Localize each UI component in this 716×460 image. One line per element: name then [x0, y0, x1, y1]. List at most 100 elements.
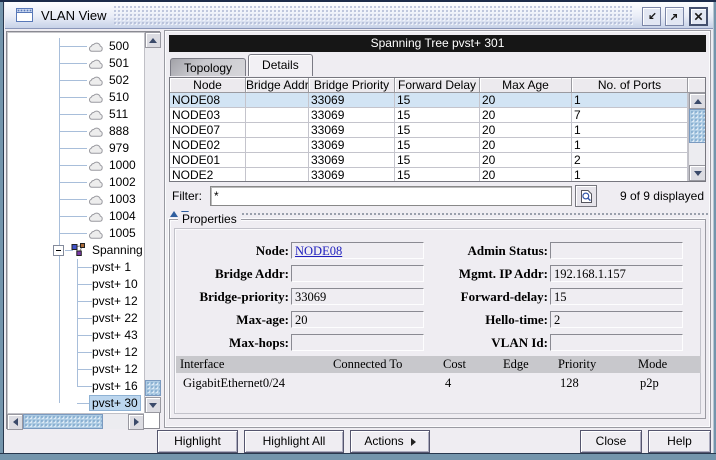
help-button[interactable]: Help: [648, 430, 711, 453]
scroll-right-icon[interactable]: [128, 414, 144, 430]
tree-item[interactable]: Spanning: [8, 242, 144, 259]
property-value: NODE08: [295, 244, 342, 258]
maximize-icon[interactable]: [665, 7, 684, 26]
property-value-box: 192.168.1.157: [550, 265, 683, 282]
cell-bridge-priority: 33069: [309, 123, 395, 138]
properties-right-column: Admin Status: Mgmt. IP Addr: 192.168.1.1…: [428, 242, 684, 357]
table-vertical-scrollbar[interactable]: [688, 93, 705, 181]
interface-column-header: Interface: [176, 357, 331, 372]
filter-input[interactable]: [210, 186, 572, 206]
tree-item[interactable]: 501: [8, 55, 144, 72]
tree-item[interactable]: 502: [8, 72, 144, 89]
table-vertical-scrollbar-thumb[interactable]: [689, 109, 706, 143]
close-icon[interactable]: [689, 7, 708, 26]
column-header[interactable]: No. of Ports: [572, 78, 688, 93]
filter-label: Filter:: [172, 189, 202, 203]
tree-item[interactable]: 510: [8, 89, 144, 106]
tree-item[interactable]: 1005: [8, 225, 144, 242]
tree-item[interactable]: 1003: [8, 191, 144, 208]
tree-item[interactable]: pvst+ 12: [8, 293, 144, 310]
tab[interactable]: Details: [248, 54, 313, 76]
scroll-up-icon[interactable]: [689, 93, 706, 109]
property-label: Max-age:: [172, 312, 291, 328]
tree-horizontal-scrollbar-thumb[interactable]: [23, 414, 103, 429]
tab[interactable]: Topology: [170, 58, 246, 76]
vlan-cloud-icon: [87, 211, 104, 226]
search-document-icon[interactable]: [575, 185, 597, 207]
spanning-tree-icon: [71, 243, 86, 260]
tree-item[interactable]: 1002: [8, 174, 144, 191]
property-label: Admin Status:: [428, 243, 550, 259]
tree-item[interactable]: 979: [8, 140, 144, 157]
property-value-box: NODE08: [291, 242, 424, 259]
tree-item[interactable]: 888: [8, 123, 144, 140]
divider-collapse-up-icon[interactable]: [170, 211, 178, 217]
column-header[interactable]: Node: [170, 78, 246, 93]
properties-title: Properties: [178, 212, 241, 226]
vlan-cloud-icon: [87, 160, 104, 175]
tree-item[interactable]: pvst+ 12: [8, 361, 144, 378]
column-header[interactable]: Bridge Priority: [309, 78, 395, 93]
column-header[interactable]: Max Age: [480, 78, 572, 93]
tree-item[interactable]: 511: [8, 106, 144, 123]
tree-item[interactable]: pvst+ 30: [8, 395, 144, 412]
cell-max-age: 20: [480, 138, 572, 153]
scroll-left-icon[interactable]: [7, 414, 23, 430]
tree-item[interactable]: pvst+ 10: [8, 276, 144, 293]
table-row[interactable]: NODE01 33069 15 20 2: [170, 153, 688, 168]
table-row[interactable]: NODE07 33069 15 20 1: [170, 123, 688, 138]
tree-connector-line: [77, 369, 92, 370]
cell-forward-delay: 15: [395, 108, 480, 123]
tree-item[interactable]: pvst+ 22: [8, 310, 144, 327]
tree-item[interactable]: 1004: [8, 208, 144, 225]
property-field: Max-age: 20: [172, 311, 428, 328]
column-header[interactable]: Bridge Addr: [246, 78, 309, 93]
highlight-button[interactable]: Highlight: [157, 430, 238, 453]
vlan-tree: 500: [8, 38, 144, 412]
table-row[interactable]: NODE03 33069 15 20 7: [170, 108, 688, 123]
column-header-stub: [688, 78, 705, 93]
cell-interface: GigabitEthernet0/24: [176, 376, 328, 391]
scroll-down-icon[interactable]: [689, 165, 706, 181]
interface-row[interactable]: GigabitEthernet0/24 4 128 p2p: [176, 375, 701, 391]
column-header[interactable]: Forward Delay: [395, 78, 480, 93]
tree-item-label: pvst+ 1: [92, 260, 131, 274]
tree-toggle-icon[interactable]: [53, 245, 64, 256]
actions-button[interactable]: Actions: [350, 430, 430, 453]
tree-connector-line: [59, 80, 87, 81]
property-value-box: [291, 334, 424, 351]
tree-horizontal-scrollbar[interactable]: [7, 413, 144, 429]
tree-item[interactable]: pvst+ 43: [8, 327, 144, 344]
table-row[interactable]: NODE2 33069 15 20 1: [170, 168, 688, 182]
tree-vertical-scrollbar-thumb[interactable]: [145, 380, 161, 396]
highlight-all-button[interactable]: Highlight All: [244, 430, 344, 453]
minimize-icon[interactable]: [642, 7, 661, 26]
cell-no-of-ports: 7: [572, 108, 688, 123]
property-value-box: 33069: [291, 288, 424, 305]
tree-item[interactable]: pvst+ 16: [8, 378, 144, 395]
tree-connector-line: [59, 63, 87, 64]
title-bar[interactable]: VLAN View: [5, 2, 713, 29]
tree-item[interactable]: pvst+ 1: [8, 259, 144, 276]
properties-left-column: Node: NODE08 Bridge Addr: Bridge-priorit…: [172, 242, 428, 357]
tree-vertical-scrollbar[interactable]: [144, 32, 160, 413]
scroll-up-icon[interactable]: [145, 32, 161, 48]
tree-item[interactable]: pvst+ 12: [8, 344, 144, 361]
table-row[interactable]: NODE08 33069 15 20 1: [170, 93, 688, 108]
property-field: Max-hops:: [172, 334, 428, 351]
tree-item-label: 502: [109, 73, 129, 87]
scroll-down-icon[interactable]: [145, 397, 161, 413]
close-button[interactable]: Close: [580, 430, 642, 453]
tree-connector-line: [59, 131, 87, 132]
split-pane-divider[interactable]: [167, 210, 708, 218]
property-label: Forward-delay:: [428, 289, 550, 305]
vlan-cloud-icon: [87, 143, 104, 158]
tree-item-label: 1002: [109, 175, 136, 189]
cell-max-age: 20: [480, 153, 572, 168]
tree-item[interactable]: 500: [8, 38, 144, 55]
property-value: 15: [554, 290, 567, 304]
table-row[interactable]: NODE02 33069 15 20 1: [170, 138, 688, 153]
property-field: Hello-time: 2: [428, 311, 684, 328]
tree-item[interactable]: 1000: [8, 157, 144, 174]
tree-item-label: 1005: [109, 226, 136, 240]
